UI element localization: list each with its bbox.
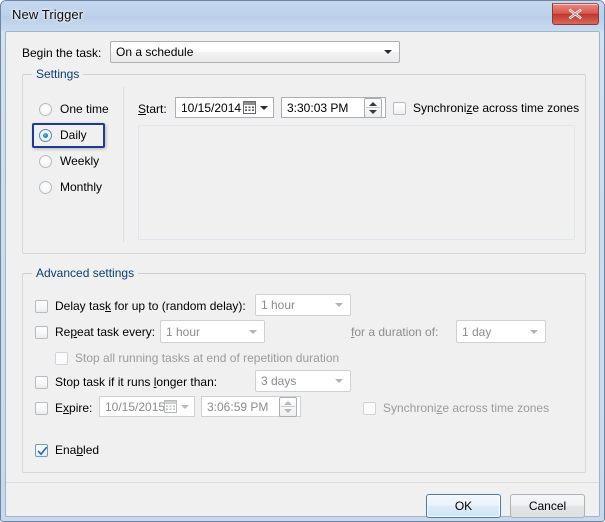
calendar-icon <box>164 399 177 413</box>
title-bar: New Trigger <box>1 1 604 31</box>
repeat-interval-combo[interactable]: 1 hour <box>160 320 265 343</box>
checkbox-label: Repeat task every: <box>55 325 156 339</box>
checkbox-indicator <box>35 300 48 313</box>
radio-indicator <box>39 129 52 142</box>
expire-date-field[interactable]: 10/15/2015 <box>99 396 195 417</box>
checkbox-label: Synchronize across time zones <box>413 101 580 115</box>
begin-task-value: On a schedule <box>116 45 194 59</box>
checkbox-indicator <box>55 352 68 365</box>
start-time-field[interactable]: 3:30:03 PM <box>281 97 386 118</box>
cancel-button[interactable]: Cancel <box>510 494 585 518</box>
repeat-duration-value: 1 day <box>462 324 492 339</box>
radio-label: One time <box>60 102 109 116</box>
expire-time-spinner[interactable] <box>279 396 297 417</box>
settings-divider <box>123 87 124 242</box>
start-label: Start: <box>138 102 167 116</box>
radio-indicator <box>39 181 52 194</box>
checkbox-indicator <box>35 402 48 415</box>
calendar-icon <box>243 100 256 114</box>
delay-task-value: 1 hour <box>261 298 296 312</box>
checkbox-label: Stop task if it runs longer than: <box>55 375 218 389</box>
expire-time-value: 3:06:59 PM <box>207 399 269 414</box>
radio-indicator <box>39 103 52 116</box>
chevron-down-icon <box>260 105 268 110</box>
checkbox-label: Synchronize across time zones <box>383 401 550 415</box>
checkbox-indicator <box>393 102 406 115</box>
start-date-value: 10/15/2014 <box>181 100 242 115</box>
spinner-down-icon <box>369 109 377 114</box>
stop-task-longer-combo[interactable]: 3 days <box>255 370 351 392</box>
checkbox-indicator <box>35 376 48 389</box>
radio-indicator <box>39 155 52 168</box>
repeat-duration-label: for a duration of: <box>351 325 439 339</box>
chevron-down-icon <box>181 404 189 409</box>
delay-task-combo[interactable]: 1 hour <box>255 294 351 316</box>
settings-groupbox: Settings One time Daily Weekly Monthly S… <box>22 67 586 254</box>
dialog-client-area: Begin the task: On a schedule Settings O… <box>5 31 600 518</box>
ok-button[interactable]: OK <box>426 494 501 518</box>
chevron-down-icon <box>530 329 538 334</box>
chevron-down-icon <box>384 50 392 54</box>
button-bar-separator <box>6 482 599 483</box>
checkbox-label: Delay task for up to (random delay): <box>55 299 246 313</box>
checkbox-indicator <box>35 444 48 457</box>
close-icon <box>568 8 582 20</box>
schedule-detail-panel <box>138 125 575 240</box>
start-time-value: 3:30:03 PM <box>287 100 349 115</box>
checkbox-indicator <box>363 402 376 415</box>
checkbox-indicator <box>35 326 48 339</box>
start-date-field[interactable]: 10/15/2014 <box>175 97 274 118</box>
repeat-duration-combo[interactable]: 1 day <box>456 320 546 343</box>
radio-label: Monthly <box>60 180 103 194</box>
spinner-up-icon <box>369 101 377 106</box>
start-label-rest: tart: <box>146 102 167 116</box>
begin-task-combo[interactable]: On a schedule <box>110 41 400 63</box>
repeat-interval-value: 1 hour <box>166 324 201 339</box>
start-time-spinner[interactable] <box>364 97 382 118</box>
advanced-group-title: Advanced settings <box>32 266 139 280</box>
chevron-down-icon <box>249 329 257 334</box>
expire-date-calendar-button[interactable] <box>164 399 190 415</box>
checkbox-label: Stop all running tasks at end of repetit… <box>75 351 340 365</box>
new-trigger-dialog: New Trigger Begin the task: On a schedul… <box>0 0 605 522</box>
settings-group-title: Settings <box>32 67 84 81</box>
stop-task-longer-value: 3 days <box>261 374 297 388</box>
start-date-calendar-button[interactable] <box>243 100 269 116</box>
advanced-settings-groupbox: Advanced settings Delay task for up to (… <box>22 266 586 473</box>
expire-date-value: 10/15/2015 <box>105 399 166 414</box>
begin-task-label: Begin the task: <box>22 46 102 60</box>
spinner-down-icon <box>284 408 292 413</box>
checkbox-label: Enabled <box>55 443 100 457</box>
chevron-down-icon <box>335 303 343 307</box>
checkbox-label: Expire: <box>55 401 93 415</box>
spinner-up-icon <box>284 400 292 405</box>
radio-label: Daily <box>60 128 87 142</box>
chevron-down-icon <box>335 379 343 383</box>
radio-label: Weekly <box>60 154 100 168</box>
close-button[interactable] <box>552 3 599 25</box>
checkmark-icon <box>37 446 48 456</box>
expire-time-field[interactable]: 3:06:59 PM <box>201 396 301 417</box>
window-title: New Trigger <box>12 7 84 22</box>
